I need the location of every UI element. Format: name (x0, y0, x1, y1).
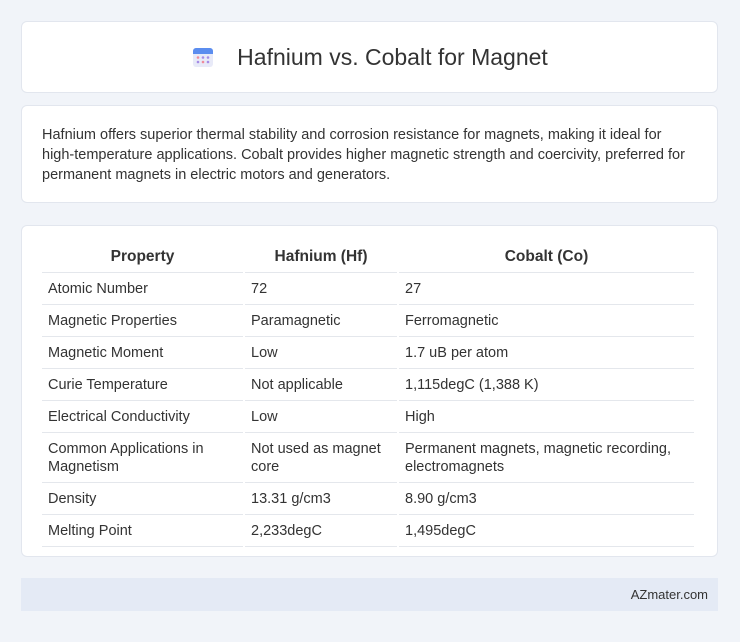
table-row: Density 13.31 g/cm3 8.90 g/cm3 (42, 483, 694, 515)
row-hafnium-value: Paramagnetic (245, 305, 397, 337)
header-property: Property (42, 242, 243, 273)
row-property: Electrical Conductivity (42, 401, 243, 433)
row-property: Density (42, 483, 243, 515)
row-hafnium-value: Low (245, 337, 397, 369)
table-row: Common Applications in Magnetism Not use… (42, 433, 694, 483)
table-header-row: Property Hafnium (Hf) Cobalt (Co) (42, 242, 694, 273)
row-cobalt-value: 8.90 g/cm3 (399, 483, 694, 515)
comparison-table: Property Hafnium (Hf) Cobalt (Co) Atomic… (40, 242, 696, 547)
table-row: Magnetic Moment Low 1.7 uB per atom (42, 337, 694, 369)
row-property: Magnetic Moment (42, 337, 243, 369)
row-hafnium-value: Low (245, 401, 397, 433)
row-property: Atomic Number (42, 273, 243, 305)
table-row: Magnetic Properties Paramagnetic Ferroma… (42, 305, 694, 337)
row-property: Magnetic Properties (42, 305, 243, 337)
row-property: Melting Point (42, 515, 243, 547)
table-row: Curie Temperature Not applicable 1,115de… (42, 369, 694, 401)
row-cobalt-value: Permanent magnets, magnetic recording, e… (399, 433, 694, 483)
table-card: Property Hafnium (Hf) Cobalt (Co) Atomic… (21, 225, 718, 557)
table-row: Melting Point 2,233degC 1,495degC (42, 515, 694, 547)
footer-bar: AZmater.com (21, 578, 718, 611)
row-property: Curie Temperature (42, 369, 243, 401)
summary-text: Hafnium offers superior thermal stabilit… (42, 127, 685, 183)
page-title: Hafnium vs. Cobalt for Magnet (237, 43, 548, 70)
header-cobalt: Cobalt (Co) (399, 242, 694, 273)
row-cobalt-value: High (399, 401, 694, 433)
row-hafnium-value: 13.31 g/cm3 (245, 483, 397, 515)
footer-site-link[interactable]: AZmater.com (631, 587, 708, 602)
row-cobalt-value: 1.7 uB per atom (399, 337, 694, 369)
calendar-icon (193, 48, 214, 67)
row-hafnium-value: Not used as magnet core (245, 433, 397, 483)
row-hafnium-value: Not applicable (245, 369, 397, 401)
summary-card: Hafnium offers superior thermal stabilit… (21, 105, 718, 203)
title-card: Hafnium vs. Cobalt for Magnet (21, 21, 718, 93)
header-hafnium: Hafnium (Hf) (245, 242, 397, 273)
title-wrap: Hafnium vs. Cobalt for Magnet (191, 44, 548, 71)
row-property: Common Applications in Magnetism (42, 433, 243, 483)
row-hafnium-value: 2,233degC (245, 515, 397, 547)
row-cobalt-value: Ferromagnetic (399, 305, 694, 337)
row-cobalt-value: 27 (399, 273, 694, 305)
table-row: Electrical Conductivity Low High (42, 401, 694, 433)
row-hafnium-value: 72 (245, 273, 397, 305)
row-cobalt-value: 1,115degC (1,388 K) (399, 369, 694, 401)
table-row: Atomic Number 72 27 (42, 273, 694, 305)
row-cobalt-value: 1,495degC (399, 515, 694, 547)
